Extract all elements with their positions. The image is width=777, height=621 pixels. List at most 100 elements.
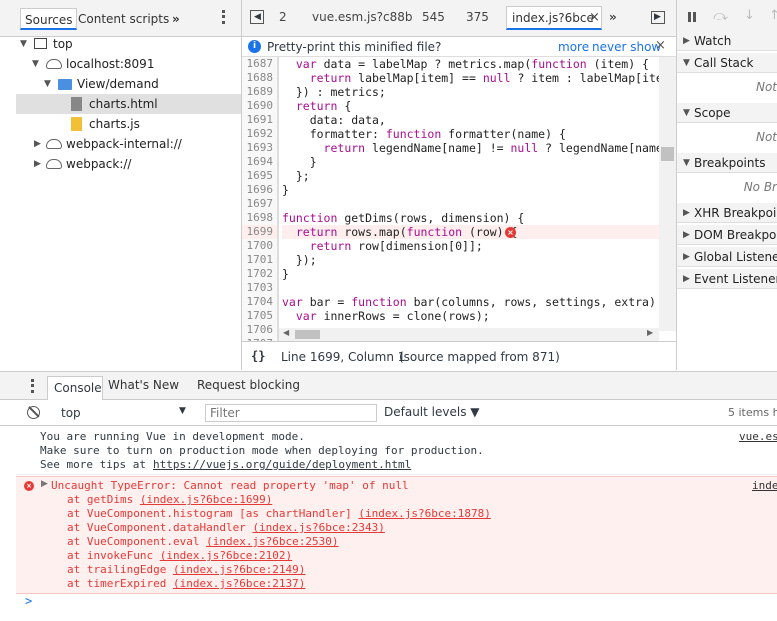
expanded-arrow-icon[interactable]: ▼ — [44, 74, 51, 94]
collapsed-arrow-icon[interactable]: ▶ — [34, 154, 41, 174]
line-number[interactable]: 1691 — [242, 113, 278, 127]
section-scope[interactable]: ▼ Scope — [677, 103, 777, 123]
line-number[interactable]: 1689 — [242, 85, 278, 99]
line-number[interactable]: 1688 — [242, 71, 278, 85]
section-breakpoints[interactable]: ▼ Breakpoints — [677, 153, 777, 173]
tree-item-view-demand[interactable]: ▼ View/demand — [16, 74, 241, 94]
section-watch[interactable]: ▶ Watch — [677, 31, 777, 51]
tab-sources[interactable]: Sources — [20, 8, 78, 30]
stack-frame-link[interactable]: (index.js?6bce:2102) — [160, 549, 292, 563]
editor-tab[interactable]: 2 — [279, 10, 287, 24]
horizontal-scrollbar[interactable]: ◀ ▶ — [279, 328, 659, 341]
line-number[interactable]: 1697 — [242, 197, 278, 211]
collapsed-arrow-icon[interactable]: ▶ — [34, 134, 41, 154]
tree-item-webpack[interactable]: ▶ webpack:// — [16, 154, 241, 174]
line-number[interactable]: 1705 — [242, 309, 278, 323]
section-arrow-icon: ▶ — [683, 208, 690, 218]
close-banner-icon[interactable]: × — [655, 38, 666, 53]
code-line: var bar = function bar(columns, rows, se… — [282, 295, 670, 309]
line-number[interactable]: 1690 — [242, 99, 278, 113]
stack-frame-link[interactable]: (index.js?6bce:2149) — [173, 563, 305, 577]
banner-more-link[interactable]: more — [558, 40, 589, 54]
banner-never-show-link[interactable]: never show — [592, 40, 661, 54]
section-dom-breakpoints[interactable]: ▶ DOM Breakpoints — [677, 225, 777, 245]
close-tab-icon[interactable]: × — [589, 10, 600, 25]
deployment-link[interactable]: https://vuejs.org/guide/deployment.html — [153, 458, 411, 472]
source-map-info[interactable]: (source mapped from 871) — [399, 350, 560, 364]
tab-content-scripts[interactable]: Content scripts — [74, 8, 173, 30]
line-number[interactable]: 1693 — [242, 141, 278, 155]
line-number[interactable]: 1704 — [242, 295, 278, 309]
more-editor-tabs-icon[interactable]: » — [609, 10, 617, 24]
log-levels-dropdown[interactable]: Default levels ▼ — [384, 405, 480, 419]
line-number[interactable]: 1706 — [242, 323, 278, 337]
toggle-navigator-icon[interactable]: ◀ — [250, 10, 264, 24]
pretty-print-button[interactable]: {} — [251, 349, 265, 363]
stack-frame-link[interactable]: (index.js?6bce:1699) — [140, 493, 272, 507]
console-message-error: × ▶ Uncaught TypeError: Cannot read prop… — [16, 476, 777, 594]
line-number[interactable]: 1696 — [242, 183, 278, 197]
expanded-arrow-icon[interactable]: ▼ — [20, 34, 27, 54]
editor-tab[interactable]: 545 — [422, 10, 445, 24]
drawer-menu-icon[interactable] — [31, 379, 34, 393]
console-filter-input[interactable] — [205, 404, 377, 422]
console-prompt-icon[interactable]: > — [25, 594, 32, 608]
line-number[interactable]: 1700 — [242, 239, 278, 253]
code-editor[interactable]: 1687 var data = labelMap ? metrics.map(f… — [242, 57, 676, 341]
clear-console-icon[interactable] — [27, 406, 40, 419]
banner-text: Pretty-print this minified file? — [267, 40, 442, 54]
kebab-menu-icon[interactable] — [222, 10, 225, 24]
scrollbar-thumb[interactable] — [661, 147, 674, 161]
line-number[interactable]: 1698 — [242, 211, 278, 225]
expanded-arrow-icon[interactable]: ▼ — [32, 54, 39, 74]
step-over-icon[interactable]: ⤼ — [713, 8, 728, 24]
more-tabs-icon[interactable]: » — [168, 8, 184, 30]
stack-frame-link[interactable]: (index.js?6bce:2137) — [173, 577, 305, 591]
tree-item-charts-js[interactable]: charts.js — [16, 114, 241, 134]
tree-item-charts-html[interactable]: charts.html — [16, 94, 241, 114]
line-number[interactable]: 1699 — [242, 225, 278, 239]
pause-icon[interactable] — [693, 12, 696, 22]
error-title: Uncaught TypeError: Cannot read property… — [51, 479, 409, 492]
scroll-right-icon[interactable]: ▶ — [647, 328, 653, 337]
tab-console-box[interactable]: Console — [47, 376, 103, 400]
source-link[interactable]: vue.es — [739, 430, 777, 444]
line-number[interactable]: 1692 — [242, 127, 278, 141]
step-out-icon[interactable]: ↑ — [769, 8, 777, 23]
tab-whats-new[interactable]: What's New — [108, 378, 179, 392]
stack-frame-function: at VueComponent.dataHandler — [67, 521, 253, 534]
stack-frame-link[interactable]: (index.js?6bce:1878) — [358, 507, 490, 521]
line-number[interactable]: 1687 — [242, 57, 278, 71]
line-number[interactable]: 1701 — [242, 253, 278, 267]
stack-frame-link[interactable]: (index.js?6bce:2343) — [252, 521, 384, 535]
scroll-left-icon[interactable]: ◀ — [283, 328, 289, 337]
step-into-icon[interactable]: ↓ — [744, 8, 755, 23]
error-source-link[interactable]: inde — [752, 479, 777, 493]
section-call-stack[interactable]: ▼ Call Stack — [677, 53, 777, 73]
toggle-debugger-icon[interactable]: ▶ — [651, 11, 665, 24]
hscroll-thumb[interactable] — [295, 330, 320, 339]
tree-item-top[interactable]: ▼ top — [16, 34, 241, 54]
line-number[interactable]: 1695 — [242, 169, 278, 183]
section-xhr-breakpoints[interactable]: ▶ XHR Breakpoints — [677, 203, 777, 223]
editor-tab[interactable]: 375 — [466, 10, 489, 24]
section-event-listener-b[interactable]: ▶ Event Listener B — [677, 269, 777, 289]
tab-request-blocking[interactable]: Request blocking — [197, 378, 300, 392]
tree-item-webpack-internal[interactable]: ▶ webpack-internal:// — [16, 134, 241, 154]
editor-tab[interactable]: vue.esm.js?c88b — [312, 10, 412, 24]
stack-frame-link[interactable]: (index.js?6bce:2530) — [206, 535, 338, 549]
vertical-scrollbar[interactable] — [659, 57, 676, 331]
context-label: top — [61, 406, 81, 420]
line-number[interactable]: 1694 — [242, 155, 278, 169]
code-line: }); — [282, 253, 317, 267]
line-number[interactable]: 1702 — [242, 267, 278, 281]
editor-tab-active[interactable]: index.js?6bce × — [506, 6, 602, 30]
context-selector[interactable]: top ▼ — [54, 403, 196, 423]
tree-item-localhost[interactable]: ▼ localhost:8091 — [16, 54, 241, 74]
console-drawer: Console What's New Request blocking top … — [0, 371, 777, 621]
section-global-listeners[interactable]: ▶ Global Listeners — [677, 247, 777, 267]
expand-arrow-icon[interactable]: ▶ — [41, 479, 48, 489]
section-empty-message: No Br — [743, 180, 777, 194]
error-marker-icon[interactable]: × — [505, 227, 516, 238]
line-number[interactable]: 1703 — [242, 281, 278, 295]
